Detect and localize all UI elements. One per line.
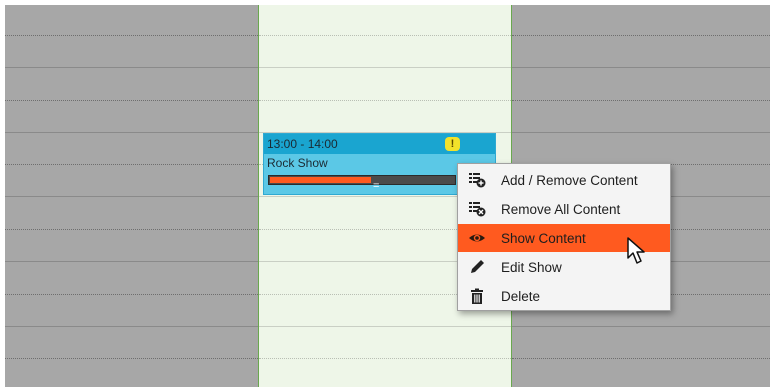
half-hour-line bbox=[259, 100, 511, 101]
hour-line bbox=[259, 326, 511, 327]
calendar-day-column[interactable] bbox=[5, 5, 258, 387]
content-progress-bar bbox=[268, 175, 456, 185]
hour-line bbox=[5, 132, 258, 133]
content-progress-fill bbox=[270, 177, 371, 183]
menu-item-label: Show Content bbox=[501, 231, 586, 246]
half-hour-line bbox=[5, 35, 258, 36]
half-hour-line bbox=[259, 35, 511, 36]
event-time: 13:00 - 14:00 bbox=[267, 137, 338, 151]
pencil-icon bbox=[471, 260, 484, 273]
menu-item-label: Remove All Content bbox=[501, 202, 621, 217]
menu-item-remove-all-content[interactable]: Remove All Content bbox=[458, 195, 670, 223]
remove-content-icon bbox=[469, 202, 486, 217]
hour-line bbox=[5, 261, 258, 262]
event-title: Rock Show bbox=[267, 156, 328, 170]
hour-line bbox=[512, 326, 770, 327]
half-hour-line bbox=[5, 164, 258, 165]
half-hour-line bbox=[5, 358, 258, 359]
resize-handle[interactable]: = bbox=[373, 181, 379, 192]
menu-item-add-remove-content[interactable]: Add / Remove Content bbox=[458, 166, 670, 194]
hour-line bbox=[259, 67, 511, 68]
half-hour-line bbox=[512, 35, 770, 36]
mouse-pointer-icon bbox=[627, 237, 645, 264]
trash-icon bbox=[471, 288, 483, 304]
half-hour-line bbox=[512, 358, 770, 359]
half-hour-line bbox=[5, 229, 258, 230]
hour-line bbox=[512, 132, 770, 133]
menu-item-delete[interactable]: Delete bbox=[458, 282, 670, 310]
half-hour-line bbox=[512, 100, 770, 101]
half-hour-line bbox=[259, 358, 511, 359]
eye-icon bbox=[469, 234, 485, 242]
hour-line bbox=[5, 196, 258, 197]
half-hour-line bbox=[5, 100, 258, 101]
warning-icon[interactable]: ! bbox=[445, 137, 460, 151]
half-hour-line bbox=[5, 294, 258, 295]
menu-item-label: Delete bbox=[501, 289, 541, 304]
menu-item-label: Edit Show bbox=[501, 260, 562, 275]
menu-item-label: Add / Remove Content bbox=[501, 173, 638, 188]
hour-line bbox=[512, 67, 770, 68]
hour-line bbox=[5, 67, 258, 68]
event-header: 13:00 - 14:00 ! bbox=[264, 134, 495, 154]
hour-line bbox=[5, 326, 258, 327]
add-content-icon bbox=[469, 173, 486, 188]
